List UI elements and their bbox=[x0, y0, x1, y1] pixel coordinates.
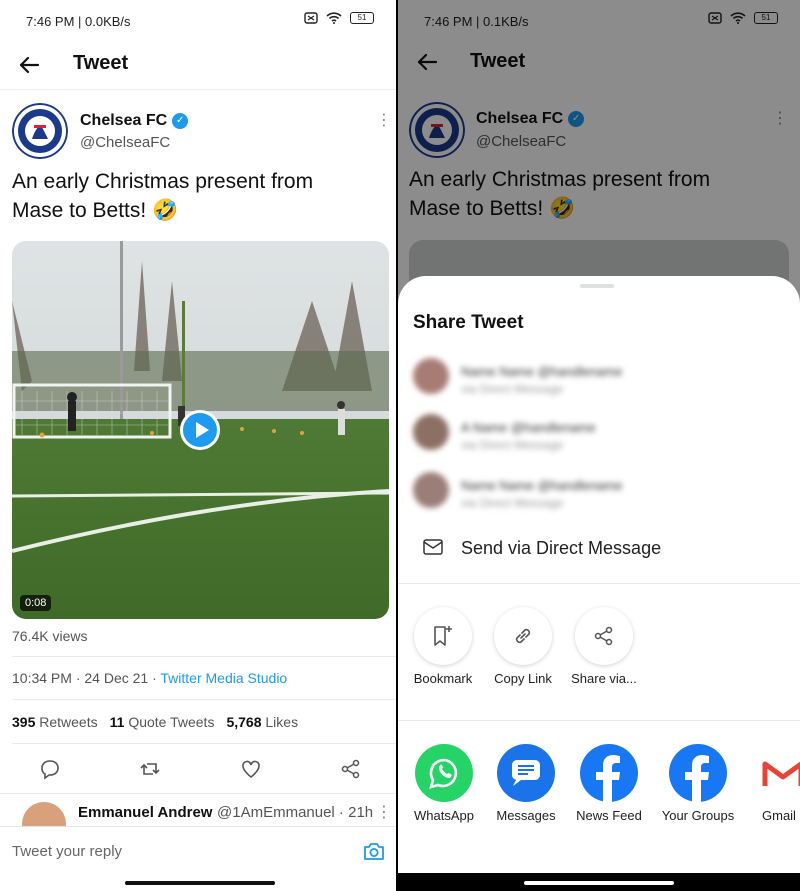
whatsapp-label: WhatsApp bbox=[414, 808, 474, 823]
tweet-text: An early Christmas present from Mase to … bbox=[12, 170, 314, 222]
video-duration: 0:08 bbox=[20, 595, 52, 611]
bookmark-add-icon bbox=[434, 626, 452, 646]
reply-icon[interactable] bbox=[39, 758, 61, 780]
verified-badge-icon: ✓ bbox=[172, 113, 189, 129]
reply-author-handle: @1AmEmmanuel · 21h bbox=[217, 804, 374, 821]
share-sheet-screen: 7:46 PM | 0.1KB/s 51 Tweet Chelsea FC ✓ … bbox=[398, 0, 800, 891]
reply-more-icon[interactable]: ⋮ bbox=[376, 802, 392, 822]
chelsea-crest-avatar[interactable] bbox=[12, 103, 68, 159]
share-via-button[interactable] bbox=[575, 607, 633, 665]
reply-input[interactable] bbox=[12, 839, 342, 863]
contact-avatar bbox=[413, 358, 449, 394]
contact-suggestion[interactable]: A Name @handlename via Direct Message bbox=[413, 414, 673, 458]
send-via-dm-row[interactable]: Send via Direct Message bbox=[398, 526, 800, 570]
your-groups-label: Your Groups bbox=[661, 808, 735, 823]
envelope-icon bbox=[423, 539, 443, 555]
contact-suggestion[interactable]: Name Name @handlename via Direct Message bbox=[413, 358, 673, 402]
sim-icon bbox=[304, 12, 318, 24]
copy-link-button[interactable] bbox=[494, 607, 552, 665]
play-button-icon[interactable] bbox=[180, 410, 220, 450]
sheet-drag-handle[interactable] bbox=[580, 284, 614, 288]
quote-tweets-stat[interactable]: 11 Quote Tweets bbox=[110, 714, 215, 730]
bookmark-label: Bookmark bbox=[413, 671, 473, 686]
view-count: 76.4K views bbox=[12, 628, 88, 644]
sheet-title: Share Tweet bbox=[413, 312, 524, 333]
more-options-icon[interactable]: ⋮ bbox=[376, 110, 392, 130]
share-icon bbox=[594, 626, 613, 646]
messages-label: Messages bbox=[496, 808, 556, 823]
link-icon bbox=[515, 628, 531, 644]
reply-preview[interactable]: Emmanuel Andrew @1AmEmmanuel · 21h ⋮ bbox=[0, 796, 396, 846]
retweets-stat[interactable]: 395 Retweets bbox=[12, 714, 98, 730]
share-via-label: Share via... bbox=[571, 671, 637, 686]
tweet-detail-screen: 7:46 PM | 0.0KB/s 51 Tweet Chelsea FC ✓ … bbox=[0, 0, 396, 891]
page-title: Tweet bbox=[73, 52, 129, 74]
author-name[interactable]: Chelsea FC bbox=[80, 112, 167, 130]
facebook-groups-button[interactable] bbox=[669, 744, 727, 802]
camera-icon[interactable] bbox=[362, 839, 386, 863]
share-icon[interactable] bbox=[340, 758, 362, 780]
facebook-icon bbox=[685, 755, 709, 802]
whatsapp-icon bbox=[429, 758, 458, 789]
tweet-timestamp: 10:34 PM · 24 Dec 21 · Twitter Media Stu… bbox=[12, 670, 288, 686]
author-handle[interactable]: @ChelseaFC bbox=[80, 134, 170, 151]
back-arrow-icon[interactable] bbox=[16, 52, 42, 78]
messages-app-button[interactable] bbox=[497, 744, 555, 802]
gmail-app-button[interactable] bbox=[754, 744, 800, 802]
gmail-icon bbox=[762, 761, 800, 786]
status-bar: 7:46 PM | 0.0KB/s 51 bbox=[0, 0, 396, 40]
copy-link-label: Copy Link bbox=[494, 671, 552, 686]
gmail-label: Gmail bbox=[762, 808, 796, 823]
news-feed-label: News Feed bbox=[576, 808, 642, 823]
source-link[interactable]: Twitter Media Studio bbox=[160, 670, 287, 686]
retweet-icon[interactable] bbox=[139, 758, 161, 780]
battery-icon: 51 bbox=[350, 12, 374, 24]
wifi-icon bbox=[326, 12, 342, 24]
likes-stat[interactable]: 5,768 Likes bbox=[226, 714, 298, 730]
home-indicator bbox=[524, 881, 674, 885]
bookmark-button[interactable] bbox=[414, 607, 472, 665]
home-indicator bbox=[125, 881, 275, 885]
like-heart-icon[interactable] bbox=[240, 758, 262, 780]
facebook-icon bbox=[596, 755, 620, 802]
tweet-action-bar bbox=[0, 758, 396, 784]
contact-avatar bbox=[413, 472, 449, 508]
whatsapp-app-button[interactable] bbox=[415, 744, 473, 802]
tweet-video[interactable]: 0:08 bbox=[12, 241, 389, 619]
messages-icon bbox=[512, 760, 540, 786]
engagement-stats: 395 Retweets 11 Quote Tweets 5,768 Likes bbox=[12, 714, 298, 730]
send-via-dm-label: Send via Direct Message bbox=[461, 538, 662, 558]
share-sheet: Share Tweet Name Name @handlename via Di… bbox=[398, 276, 800, 873]
facebook-news-feed-button[interactable] bbox=[580, 744, 638, 802]
status-time: 7:46 PM | 0.0KB/s bbox=[26, 14, 131, 29]
contact-suggestion[interactable]: Name Name @handlename via Direct Message bbox=[413, 472, 673, 516]
contact-avatar bbox=[413, 414, 449, 450]
top-app-bar: Tweet bbox=[0, 40, 396, 90]
reply-composer bbox=[0, 826, 396, 876]
reply-author-name: Emmanuel Andrew bbox=[78, 804, 213, 821]
